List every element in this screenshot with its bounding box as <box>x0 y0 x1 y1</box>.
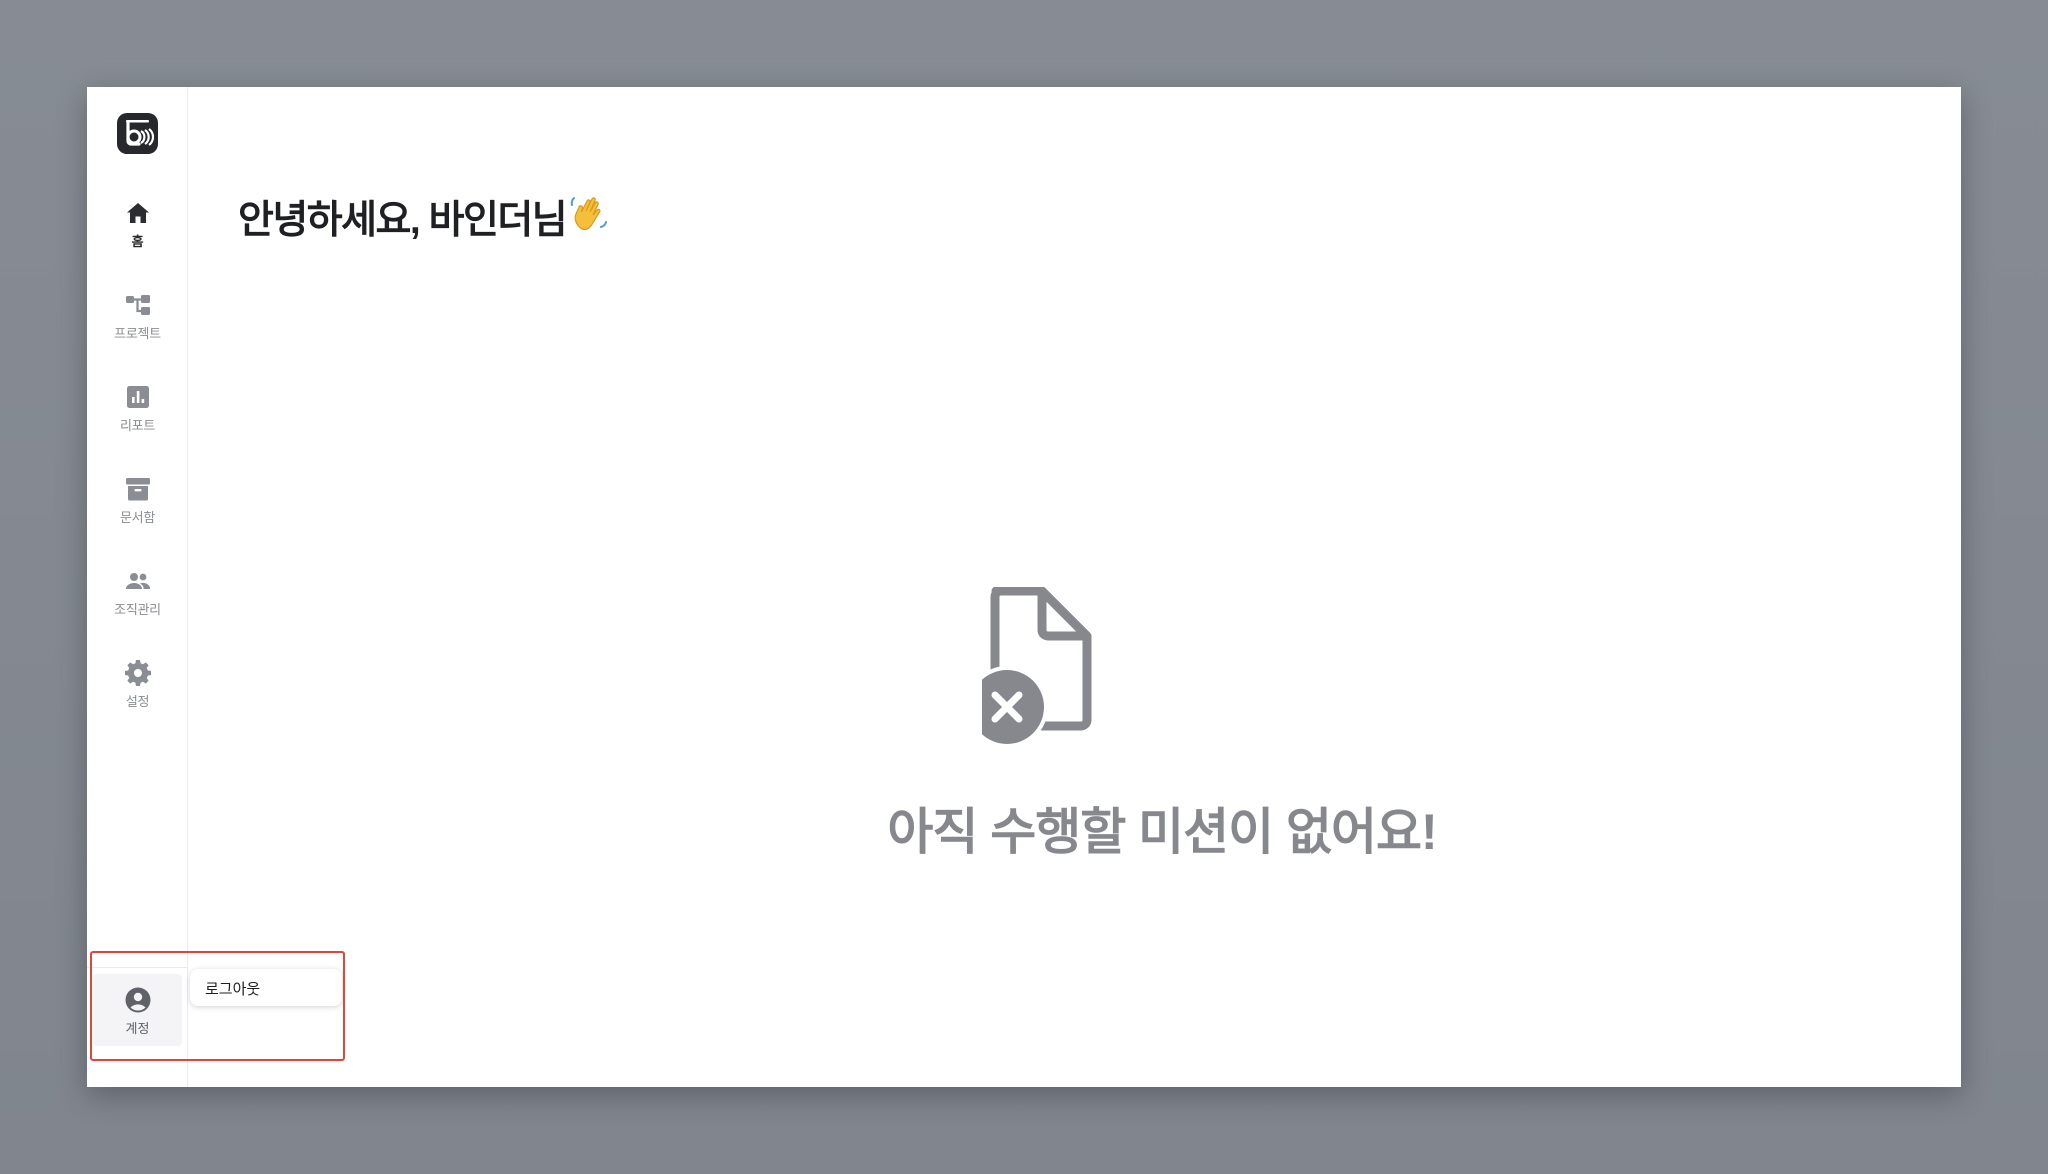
project-tree-icon <box>125 295 150 315</box>
gear-icon <box>124 660 151 686</box>
user-circle-icon <box>125 987 150 1013</box>
sidebar-item-home[interactable]: 홈 <box>87 199 188 271</box>
page-title: 안녕하세요, 바인더님 <box>238 189 610 245</box>
sidebar-item-label: 프로젝트 <box>114 327 161 342</box>
sidebar-item-label: 조직관리 <box>114 603 161 618</box>
people-group-icon <box>125 573 150 589</box>
report-chart-icon <box>126 386 149 408</box>
sidebar-item-settings[interactable]: 설정 <box>87 659 188 731</box>
empty-state-message: 아직 수행할 미션이 없어요! <box>887 804 1437 860</box>
sidebar-item-organization[interactable]: 조직관리 <box>87 567 188 639</box>
sidebar: 홈 프로젝트 리포트 문서함 조직관리 설정 계정 <box>87 87 188 1087</box>
sidebar-item-report[interactable]: 리포트 <box>87 383 188 455</box>
sidebar-item-label: 홈 <box>131 235 144 250</box>
sidebar-item-label: 리포트 <box>120 419 155 434</box>
sidebar-divider <box>87 967 188 968</box>
sidebar-item-project[interactable]: 프로젝트 <box>87 291 188 363</box>
sidebar-item-label: 설정 <box>125 695 150 710</box>
logout-menu-item[interactable]: 로그아웃 <box>190 969 342 1006</box>
archive-box-icon <box>125 478 150 501</box>
account-label: 계정 <box>125 1022 150 1037</box>
account-button[interactable]: 계정 <box>93 974 182 1046</box>
sidebar-item-label: 문서함 <box>120 511 155 526</box>
greeting-text: 안녕하세요, 바인더님 <box>238 199 568 242</box>
binder-logo-icon[interactable] <box>117 113 158 154</box>
app-window: 홈 프로젝트 리포트 문서함 조직관리 설정 계정 로그아웃 안녕하세요, 바인… <box>87 87 1961 1087</box>
home-icon <box>126 203 149 223</box>
waving-hand-icon <box>570 197 608 231</box>
document-error-icon <box>982 587 1092 747</box>
sidebar-item-archive[interactable]: 문서함 <box>87 475 188 547</box>
